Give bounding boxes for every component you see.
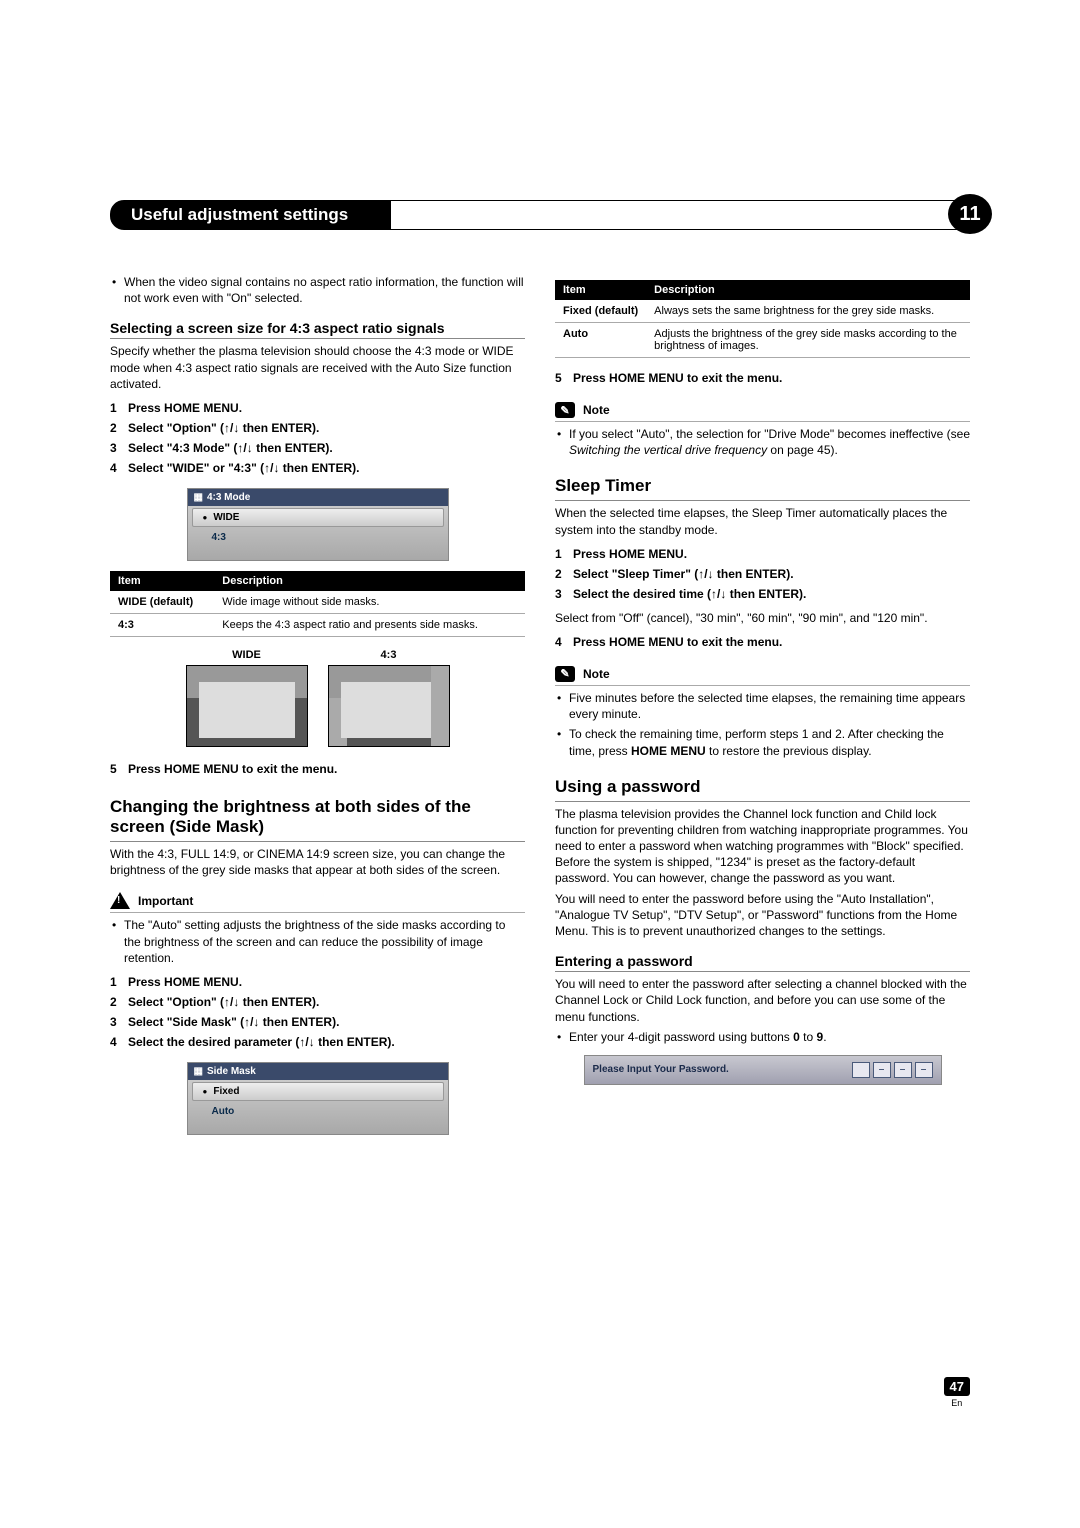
sidemask-table: Item Description Fixed (default) Always … xyxy=(555,280,970,358)
ss-r1-v: Wide image without side masks. xyxy=(214,591,525,614)
note-icon: ✎ xyxy=(555,666,575,682)
chapter-number-badge: 11 xyxy=(948,194,992,234)
password-body2: You will need to enter the password befo… xyxy=(555,891,970,940)
sm-th-desc: Description xyxy=(646,280,970,300)
chapter-title: Useful adjustment settings xyxy=(121,201,358,229)
ss-r2-v: Keeps the 4:3 aspect ratio and presents … xyxy=(214,613,525,636)
warning-icon xyxy=(110,892,130,909)
screensize-body: Specify whether the plasma television sh… xyxy=(110,343,525,392)
ss-th-item: Item xyxy=(110,571,214,591)
screensize-heading: Selecting a screen size for 4:3 aspect r… xyxy=(110,320,525,339)
important-label: Important xyxy=(138,894,193,908)
sleep-note-2: To check the remaining time, perform ste… xyxy=(555,726,970,758)
pw-slot-4[interactable]: – xyxy=(915,1062,933,1078)
sidemask-note-label: Note xyxy=(583,403,610,417)
sm-th-item: Item xyxy=(555,280,646,300)
chapter-header: Useful adjustment settings 11 xyxy=(110,200,970,230)
intro-bullet: When the video signal contains no aspect… xyxy=(110,274,525,306)
ss-th-desc: Description xyxy=(214,571,525,591)
menu-row-wide: WIDE xyxy=(192,508,444,527)
sm-step-5: Press HOME MENU to exit the menu. xyxy=(573,371,782,385)
page-footer: 47 En xyxy=(944,1377,970,1408)
sl-step-4: Press HOME MENU to exit the menu. xyxy=(573,635,782,649)
img-label-wide: WIDE xyxy=(186,649,308,661)
ss-step-5: Press HOME MENU to exit the menu. xyxy=(128,762,337,776)
password-body1: The plasma television provides the Chann… xyxy=(555,806,970,887)
password-bullet: Enter your 4-digit password using button… xyxy=(555,1029,970,1045)
sleep-heading: Sleep Timer xyxy=(555,476,970,501)
pw-slot-2[interactable]: – xyxy=(873,1062,891,1078)
menu-sm-title: Side Mask xyxy=(207,1066,256,1077)
ss-r2-k: 4:3 xyxy=(110,613,214,636)
menu-icon: ▦ xyxy=(194,1066,203,1077)
page-number: 47 xyxy=(944,1377,970,1396)
menu-row-4-3: 4:3 xyxy=(188,529,448,546)
sm-r2-v: Adjusts the brightness of the grey side … xyxy=(646,323,970,358)
menu-row-fixed: Fixed xyxy=(192,1082,444,1101)
sm-step-2: Select "Option" (↑/↓ then ENTER). xyxy=(128,995,319,1009)
page-lang: En xyxy=(944,1398,970,1408)
sm-step-1: Press HOME MENU. xyxy=(128,975,242,989)
left-column: When the video signal contains no aspect… xyxy=(110,270,525,1145)
menu-row-auto: Auto xyxy=(188,1103,448,1120)
ss-step-4: Select "WIDE" or "4:3" (↑/↓ then ENTER). xyxy=(128,461,359,475)
img-label-4-3: 4:3 xyxy=(328,649,450,661)
password-heading: Using a password xyxy=(555,777,970,802)
4-3-image xyxy=(328,665,450,747)
entering-password-heading: Entering a password xyxy=(555,953,970,972)
menu-icon: ▦ xyxy=(194,492,203,503)
sm-r2-k: Auto xyxy=(555,323,646,358)
sm-r1-k: Fixed (default) xyxy=(555,300,646,323)
ss-step-3: Select "4:3 Mode" (↑/↓ then ENTER). xyxy=(128,441,333,455)
menu-side-mask: ▦ Side Mask Fixed Auto xyxy=(187,1062,449,1135)
note-icon: ✎ xyxy=(555,402,575,418)
pw-slot-3[interactable]: – xyxy=(894,1062,912,1078)
ss-r1-k: WIDE (default) xyxy=(110,591,214,614)
wide-image xyxy=(186,665,308,747)
sl-step-3: Select the desired time (↑/↓ then ENTER)… xyxy=(573,587,806,601)
screensize-table: Item Description WIDE (default) Wide ima… xyxy=(110,571,525,637)
menu-4-3-mode: ▦ 4:3 Mode WIDE 4:3 xyxy=(187,488,449,561)
pw-slot-1[interactable] xyxy=(852,1062,870,1078)
sm-r1-v: Always sets the same brightness for the … xyxy=(646,300,970,323)
menu-4-3-title: 4:3 Mode xyxy=(207,492,250,503)
password-dialog: Please Input Your Password. – – – xyxy=(584,1055,942,1085)
sleep-note-1: Five minutes before the selected time el… xyxy=(555,690,970,722)
sl-step-3-tail: Select from "Off" (cancel), "30 min", "6… xyxy=(555,610,970,626)
password-dialog-text: Please Input Your Password. xyxy=(593,1064,729,1075)
aspect-images: WIDE 4:3 xyxy=(110,649,525,747)
sm-step-4: Select the desired parameter (↑/↓ then E… xyxy=(128,1035,395,1049)
sleep-body: When the selected time elapses, the Slee… xyxy=(555,505,970,537)
sl-step-1: Press HOME MENU. xyxy=(573,547,687,561)
sidemask-heading: Changing the brightness at both sides of… xyxy=(110,797,525,842)
sidemask-note-bullet: If you select "Auto", the selection for … xyxy=(555,426,970,458)
sidemask-body: With the 4:3, FULL 14:9, or CINEMA 14:9 … xyxy=(110,846,525,878)
ss-step-1: Press HOME MENU. xyxy=(128,401,242,415)
important-header: Important xyxy=(110,892,525,913)
sleep-note-header: ✎ Note xyxy=(555,666,970,686)
important-bullet: The "Auto" setting adjusts the brightnes… xyxy=(110,917,525,966)
entering-password-body: You will need to enter the password afte… xyxy=(555,976,970,1025)
right-column: Item Description Fixed (default) Always … xyxy=(555,270,970,1145)
sleep-note-label: Note xyxy=(583,667,610,681)
ss-step-2: Select "Option" (↑/↓ then ENTER). xyxy=(128,421,319,435)
sl-step-2: Select "Sleep Timer" (↑/↓ then ENTER). xyxy=(573,567,794,581)
sm-step-3: Select "Side Mask" (↑/↓ then ENTER). xyxy=(128,1015,339,1029)
sidemask-note-header: ✎ Note xyxy=(555,402,970,422)
